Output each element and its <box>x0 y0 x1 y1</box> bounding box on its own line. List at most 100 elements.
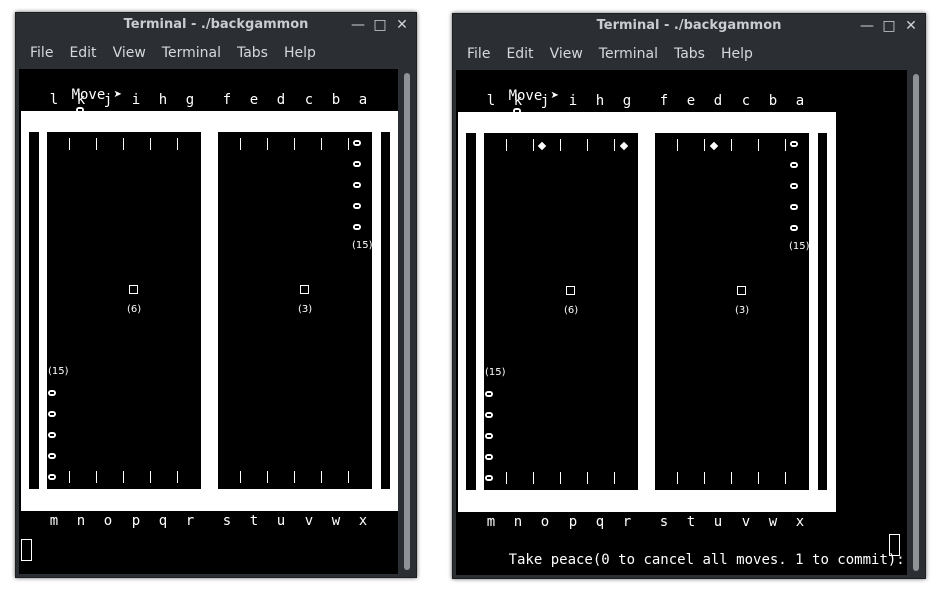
checker <box>48 411 56 417</box>
die-icon <box>566 286 575 295</box>
point-marker <box>123 471 124 483</box>
board: (15) (6) (15) (3) <box>458 112 836 512</box>
titlebar[interactable]: Terminal - ./backgammon — □ ✕ <box>16 13 416 37</box>
point-marker <box>704 139 705 151</box>
point-marker <box>812 139 813 151</box>
move-marker <box>537 141 547 151</box>
checker <box>353 140 361 146</box>
point-marker <box>375 471 376 483</box>
point-marker <box>641 139 642 151</box>
point-letter: h <box>595 93 605 109</box>
close-button[interactable]: ✕ <box>394 17 410 33</box>
point-marker <box>758 139 759 151</box>
point-letter: x <box>795 514 805 530</box>
point-marker <box>614 472 615 484</box>
checker <box>485 433 493 439</box>
terminal-area[interactable]: Move ➤ lkjihgfedcba (15) (6) (15) (3) mnop… <box>19 69 398 574</box>
point-marker <box>560 472 561 484</box>
checker <box>48 432 56 438</box>
minimize-button[interactable]: — <box>350 17 366 33</box>
point-marker <box>96 138 97 150</box>
point-marker <box>177 471 178 483</box>
scrollbar-thumb[interactable] <box>404 73 410 570</box>
point-letter: j <box>540 93 550 109</box>
point-letter: c <box>304 92 314 108</box>
point-marker <box>267 471 268 483</box>
point-marker <box>614 139 615 151</box>
point-letter: b <box>331 92 341 108</box>
top-point-letters: lkjihgfedcba <box>456 93 836 111</box>
point-letter: e <box>686 93 696 109</box>
menu-file[interactable]: File <box>459 46 498 62</box>
menu-file[interactable]: File <box>22 45 61 61</box>
point-marker <box>587 139 588 151</box>
point-letter: n <box>513 514 523 530</box>
point-letter: u <box>276 513 286 529</box>
minimize-button[interactable]: — <box>859 18 875 34</box>
menu-terminal[interactable]: Terminal <box>154 45 229 61</box>
maximize-button[interactable]: □ <box>372 17 388 33</box>
menu-help[interactable]: Help <box>713 46 761 62</box>
menu-view[interactable]: View <box>542 46 591 62</box>
point-marker <box>321 471 322 483</box>
point-marker <box>731 472 732 484</box>
point-marker <box>321 138 322 150</box>
maximize-button[interactable]: □ <box>881 18 897 34</box>
point-marker <box>348 138 349 150</box>
point-letter: m <box>49 513 59 529</box>
checker <box>790 204 798 210</box>
point-letter: d <box>276 92 286 108</box>
point-letter: d <box>713 93 723 109</box>
menu-terminal[interactable]: Terminal <box>591 46 666 62</box>
menu-tabs[interactable]: Tabs <box>229 45 276 61</box>
scrollbar[interactable] <box>910 70 922 575</box>
point-letter: f <box>222 92 232 108</box>
point-letter: w <box>768 514 778 530</box>
menu-help[interactable]: Help <box>276 45 324 61</box>
point-marker <box>812 472 813 484</box>
board: (15) (6) (15) (3) <box>21 111 398 511</box>
point-letter: e <box>249 92 259 108</box>
checker-count: (15) <box>48 366 69 377</box>
menu-edit[interactable]: Edit <box>498 46 541 62</box>
menu-edit[interactable]: Edit <box>61 45 104 61</box>
scrollbar-thumb[interactable] <box>913 74 919 571</box>
right-half: (15) (3) <box>655 133 813 490</box>
point-marker <box>240 471 241 483</box>
point-letter: n <box>76 513 86 529</box>
point-marker <box>641 472 642 484</box>
menu-tabs[interactable]: Tabs <box>666 46 713 62</box>
point-marker <box>677 139 678 151</box>
checker <box>485 412 493 418</box>
point-letter: a <box>795 93 805 109</box>
scrollbar[interactable] <box>401 69 413 574</box>
terminal-area[interactable]: Move ➤ lkjihgfedcba (15) (6) (15) (3) mnop… <box>456 70 907 575</box>
text-cursor <box>889 534 900 556</box>
checker-count: (15) <box>352 240 373 251</box>
checker <box>485 475 493 481</box>
point-marker <box>785 139 786 151</box>
point-letter: j <box>103 92 113 108</box>
die-icon <box>300 285 309 294</box>
point-letter: s <box>659 514 669 530</box>
menu-view[interactable]: View <box>105 45 154 61</box>
point-letter: v <box>741 514 751 530</box>
point-letter: a <box>358 92 368 108</box>
point-letter: g <box>185 92 195 108</box>
point-marker <box>506 139 507 151</box>
point-marker <box>96 471 97 483</box>
point-marker <box>69 471 70 483</box>
close-button[interactable]: ✕ <box>903 18 919 34</box>
die-icon <box>737 286 746 295</box>
menubar: File Edit View Terminal Tabs Help <box>16 40 416 66</box>
point-letter: f <box>659 93 669 109</box>
point-marker <box>294 138 295 150</box>
titlebar[interactable]: Terminal - ./backgammon — □ ✕ <box>453 14 925 38</box>
checker <box>353 161 361 167</box>
checker <box>790 162 798 168</box>
checker <box>48 453 56 459</box>
right-bar <box>818 133 827 490</box>
point-letter: x <box>358 513 368 529</box>
point-marker <box>294 471 295 483</box>
right-bar <box>381 132 390 489</box>
